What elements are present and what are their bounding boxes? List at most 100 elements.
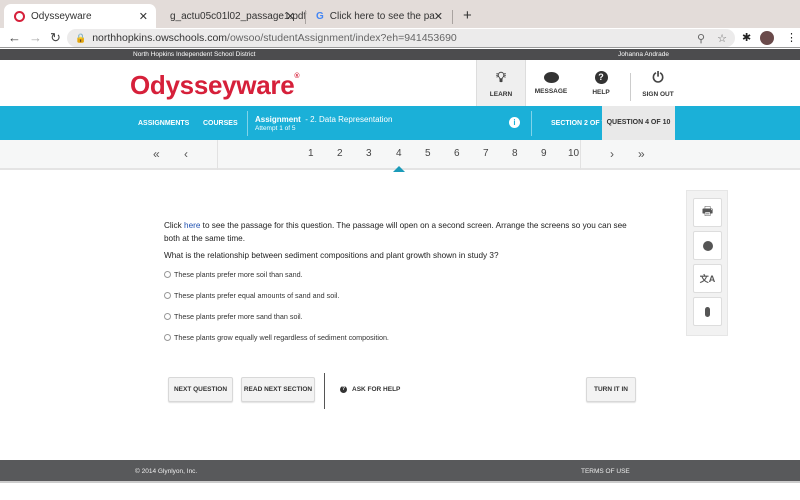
close-tab-icon[interactable]: ✕ xyxy=(139,10,148,23)
page-9[interactable]: 9 xyxy=(541,148,547,159)
reload-icon[interactable]: ↻ xyxy=(50,30,61,46)
ask-for-help-button[interactable]: ? ASK FOR HELP xyxy=(340,386,400,393)
page-1[interactable]: 1 xyxy=(308,148,314,159)
question-circle-icon: ? xyxy=(594,70,608,84)
google-favicon: G xyxy=(316,10,324,22)
profile-avatar[interactable] xyxy=(760,31,774,45)
pager-divider xyxy=(217,140,218,170)
next-question-button[interactable]: NEXT QUESTION xyxy=(168,377,233,402)
passage-instructions: Click here to see the passage for this q… xyxy=(164,221,627,243)
page-4-current[interactable]: 4 xyxy=(396,148,402,159)
page-5[interactable]: 5 xyxy=(425,148,431,159)
turn-it-in-button[interactable]: TURN IT IN xyxy=(586,377,636,402)
tab-pdf[interactable]: g_actu05c01l02_passage1.pdf ✕ xyxy=(158,4,306,28)
nav-divider xyxy=(531,111,532,136)
next-page-icon[interactable]: › xyxy=(610,147,614,161)
lightbulb-icon: 💡︎ xyxy=(496,68,506,85)
power-icon: ⏻ xyxy=(652,68,664,85)
address-toolbar: ← → ↻ 🔒 northhopkins.owschools.com/owsoo… xyxy=(0,28,800,48)
message-button[interactable]: MESSAGE xyxy=(526,60,576,106)
answer-option[interactable]: These plants grow equally well regardles… xyxy=(164,333,389,342)
courses-link[interactable]: COURSES xyxy=(203,120,238,127)
page-8[interactable]: 8 xyxy=(512,148,518,159)
tab-title: Click here to see the passage f xyxy=(329,10,435,22)
learn-button[interactable]: 💡︎ LEARN xyxy=(476,60,526,106)
pager-divider xyxy=(580,140,581,170)
answer-option[interactable]: These plants prefer equal amounts of san… xyxy=(164,291,339,300)
answer-radio[interactable] xyxy=(164,313,171,320)
tool-panel: 🖶︎ 文A xyxy=(686,190,728,336)
page-10[interactable]: 10 xyxy=(568,148,579,159)
sign-out-button[interactable]: ⏻ SIGN OUT xyxy=(633,60,683,106)
help-label: HELP xyxy=(592,88,610,96)
globe-icon xyxy=(702,240,713,251)
question-prompt: What is the relationship between sedimen… xyxy=(164,251,499,260)
message-label: MESSAGE xyxy=(534,87,568,95)
odysseyware-favicon xyxy=(14,10,25,22)
close-tab-icon[interactable]: ✕ xyxy=(286,10,295,23)
assignment-nav-bar: ASSIGNMENTS COURSES Assignment - 2. Data… xyxy=(0,106,800,140)
new-tab-icon[interactable]: + xyxy=(463,7,472,24)
info-icon[interactable]: i xyxy=(509,117,520,128)
printer-icon: 🖶︎ xyxy=(701,204,714,218)
bookmark-star-icon[interactable]: ☆ xyxy=(717,32,727,45)
page-7[interactable]: 7 xyxy=(483,148,489,159)
copyright: © 2014 Glynlyon, Inc. xyxy=(135,468,198,475)
url-bar[interactable]: 🔒 northhopkins.owschools.com/owsoo/stude… xyxy=(67,29,735,47)
back-icon[interactable]: ← xyxy=(8,30,21,45)
url-host: northhopkins.owschools.com xyxy=(92,32,228,44)
tab-google[interactable]: G Click here to see the passage f ✕ xyxy=(306,4,451,28)
answer-radio[interactable] xyxy=(164,292,171,299)
previous-page-icon[interactable]: ‹ xyxy=(184,147,188,161)
microphone-button[interactable] xyxy=(693,297,722,326)
app-header: Odysseyware® 💡︎ LEARN MESSAGE ? HELP ⏻ S… xyxy=(0,60,800,108)
chat-bubble-icon xyxy=(543,71,559,83)
url-path: /owsoo/studentAssignment/index?eh=941453… xyxy=(227,32,457,44)
help-button[interactable]: ? HELP xyxy=(576,60,626,106)
tab-odysseyware[interactable]: Odysseyware ✕ xyxy=(4,4,156,28)
header-divider xyxy=(630,73,631,101)
user-name: Johanna Andrade xyxy=(618,51,669,58)
first-page-icon[interactable]: « xyxy=(153,147,160,161)
attempt-count: Attempt 1 of 5 xyxy=(255,125,296,132)
current-page-marker xyxy=(393,166,405,172)
question-circle-icon: ? xyxy=(340,386,347,393)
answer-radio[interactable] xyxy=(164,334,171,341)
nav-divider xyxy=(247,111,248,136)
footer: © 2014 Glynlyon, Inc. TERMS OF USE xyxy=(0,460,800,483)
district-bar: North Hopkins Independent School Distric… xyxy=(0,49,800,60)
tab-divider xyxy=(452,10,453,24)
section-indicator[interactable]: SECTION 2 OF 7 xyxy=(551,120,605,127)
menu-kebab-icon[interactable]: ⋮ xyxy=(786,31,797,44)
browser-tab-strip: Odysseyware ✕ g_actu05c01l02_passage1.pd… xyxy=(0,0,800,28)
translate-button[interactable]: 文A xyxy=(693,264,722,293)
close-tab-icon[interactable]: ✕ xyxy=(434,10,443,23)
extensions-icon[interactable]: ✱ xyxy=(742,31,751,44)
forward-icon[interactable]: → xyxy=(29,30,42,45)
page-2[interactable]: 2 xyxy=(337,148,343,159)
page-6[interactable]: 6 xyxy=(454,148,460,159)
answer-option[interactable]: These plants prefer more soil than sand. xyxy=(164,270,303,279)
zoom-icon[interactable]: ⚲ xyxy=(697,32,705,45)
assignment-title: Assignment - 2. Data Representation xyxy=(255,115,393,124)
tab-title: Odysseyware xyxy=(31,10,92,22)
translate-icon: 文A xyxy=(699,274,716,284)
print-button[interactable]: 🖶︎ xyxy=(693,198,722,227)
question-indicator[interactable]: QUESTION 4 OF 10 xyxy=(602,106,675,140)
action-divider xyxy=(324,373,325,409)
sign-out-label: SIGN OUT xyxy=(642,90,674,98)
terms-of-use-link[interactable]: TERMS OF USE xyxy=(581,468,630,475)
globe-button[interactable] xyxy=(693,231,722,260)
last-page-icon[interactable]: » xyxy=(638,147,645,161)
read-next-section-button[interactable]: READ NEXT SECTION xyxy=(241,377,315,402)
learn-label: LEARN xyxy=(489,90,513,98)
district-name: North Hopkins Independent School Distric… xyxy=(133,51,256,58)
lock-icon: 🔒 xyxy=(75,32,87,43)
microphone-icon xyxy=(705,306,710,317)
answer-radio[interactable] xyxy=(164,271,171,278)
answer-option[interactable]: These plants prefer more sand than soil. xyxy=(164,312,303,321)
passage-link[interactable]: here xyxy=(184,221,200,230)
assignments-link[interactable]: ASSIGNMENTS xyxy=(138,120,189,127)
page-3[interactable]: 3 xyxy=(366,148,372,159)
odysseyware-logo: Odysseyware® xyxy=(130,70,300,100)
